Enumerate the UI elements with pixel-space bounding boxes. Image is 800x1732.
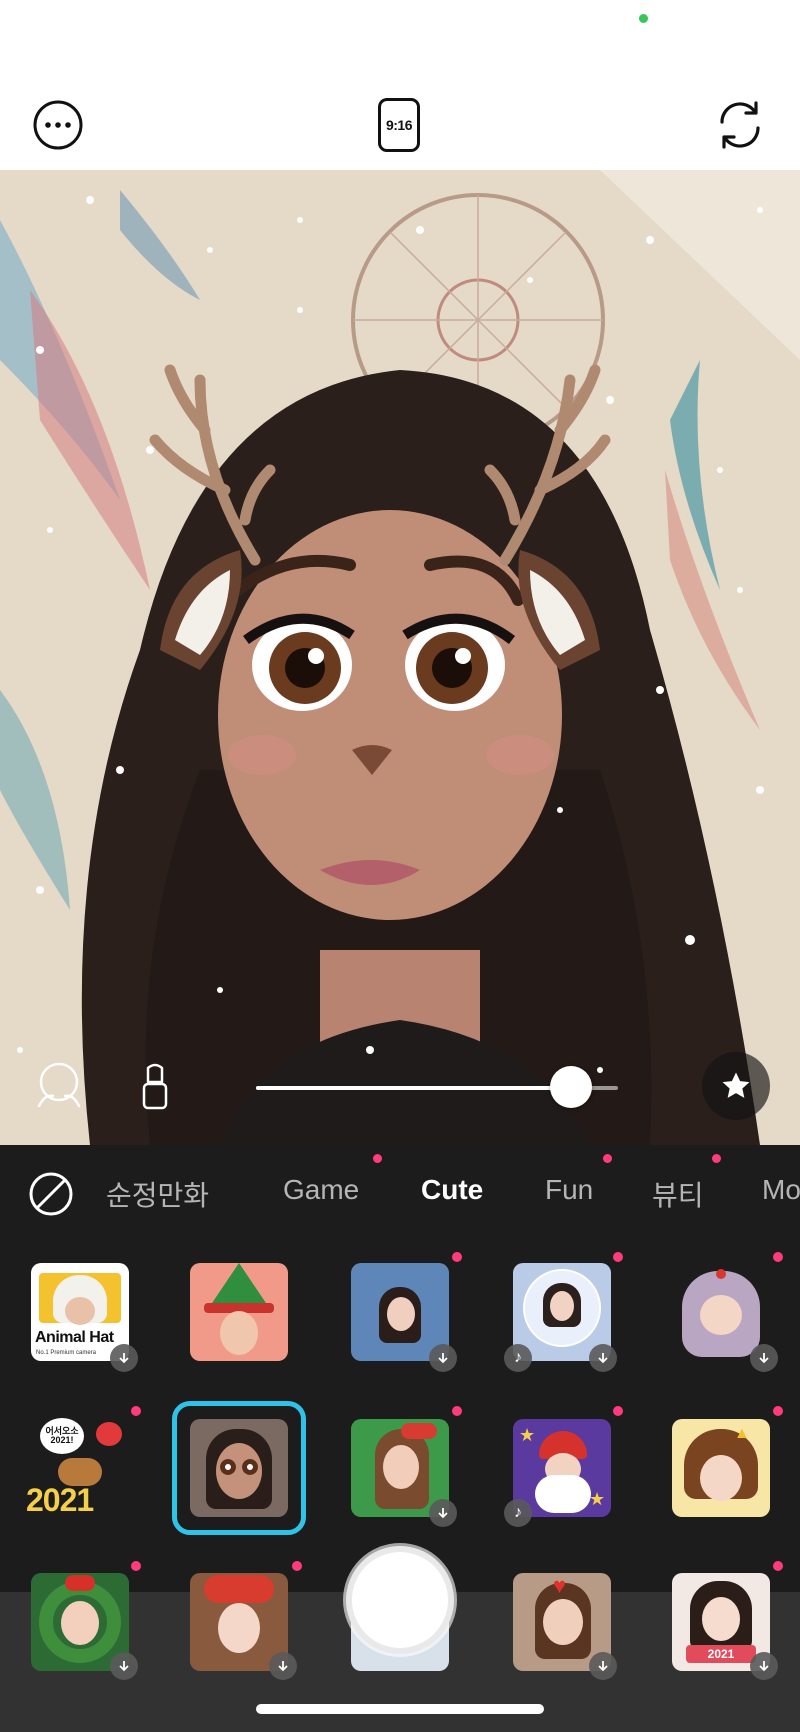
download-icon [589,1652,617,1680]
aspect-ratio-button[interactable]: 9:16 [369,95,429,155]
download-icon [589,1344,617,1372]
tab-new-badge [373,1154,382,1163]
no-effect-button[interactable] [28,1171,74,1217]
tab-beauty[interactable]: 뷰티 [652,1174,704,1214]
new-year-2021-text: 2021 [26,1482,94,1518]
tab-more[interactable]: Mo [762,1174,800,1206]
slider-handle[interactable] [549,1066,592,1108]
tab-cute[interactable]: Cute [421,1174,483,1206]
download-icon [429,1499,457,1527]
download-icon [750,1344,778,1372]
tab-game[interactable]: Game [283,1174,359,1206]
no-effect-icon [29,1172,73,1216]
new-badge [773,1252,783,1262]
download-icon [110,1652,138,1680]
new-badge [452,1406,462,1416]
new-badge [773,1561,783,1571]
download-icon [110,1344,138,1372]
star-icon [722,1072,750,1098]
face-shape-icon [37,1062,81,1108]
animal-hat-title: Animal Hat [35,1329,114,1346]
slider-fill [256,1086,571,1090]
lipstick-icon [142,1063,168,1110]
favorite-button[interactable] [702,1052,770,1120]
aspect-ratio-label: 9:16 [378,98,420,152]
more-button[interactable] [28,95,88,155]
status-indicator-dot [639,14,648,23]
download-icon [269,1652,297,1680]
animal-hat-subtitle: No.1 Premium camera [36,1350,97,1356]
new-badge [613,1406,623,1416]
camera-preview[interactable] [0,170,800,1145]
new-badge [773,1406,783,1416]
new-badge [613,1252,623,1262]
sticker-2021-new-year[interactable]: 어서오소 2021! 2021 [24,1410,136,1522]
sticker-mushroom-bob[interactable]: ▲ [672,1419,770,1517]
home-indicator [256,1704,544,1714]
new-badge [452,1252,462,1262]
camera-flip-icon [720,101,760,149]
sticker-reindeer-cartoon-selected[interactable] [190,1419,288,1517]
face-shape-button[interactable] [31,1058,87,1114]
new-badge [292,1561,302,1571]
makeup-button[interactable] [127,1058,183,1114]
music-note-icon: ♪ [504,1344,532,1372]
camera-preview-image [0,170,800,1145]
cow-sign-text: 2021 [686,1645,756,1663]
tab-new-badge [603,1154,612,1163]
tab-fun[interactable]: Fun [545,1174,593,1206]
download-icon [750,1652,778,1680]
more-horizontal-icon [33,100,83,150]
new-badge [131,1406,141,1416]
sticker-elf-hat[interactable] [190,1263,288,1361]
new-year-bubble: 어서오소 2021! [40,1418,84,1454]
tab-new-badge [712,1154,721,1163]
download-icon [429,1344,457,1372]
new-badge [131,1561,141,1571]
shutter-button[interactable] [346,1546,454,1654]
camera-flip-button[interactable] [710,95,770,155]
tab-soonjeong-manhwa[interactable]: 순정만화 [106,1174,209,1214]
music-note-icon: ♪ [504,1499,532,1527]
